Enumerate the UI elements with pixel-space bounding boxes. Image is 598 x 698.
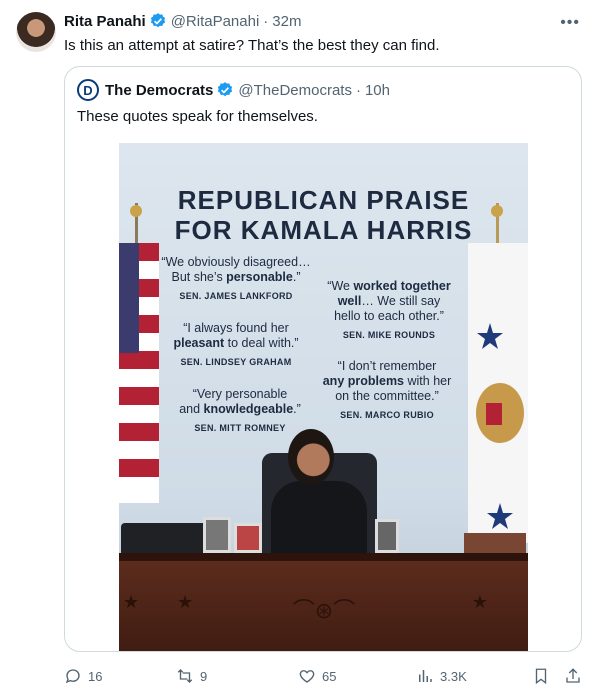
- tweet-text: Is this an attempt at satire? That’s the…: [64, 37, 440, 54]
- star-icon: ★: [123, 592, 140, 612]
- star-icon: ★: [471, 592, 488, 612]
- quoted-image[interactable]: REPUBLICAN PRAISE FOR KAMALA HARRIS “We …: [119, 143, 528, 651]
- quote-text: hello to each other.”: [334, 309, 444, 323]
- vice-president-flag-icon: [468, 203, 528, 543]
- image-headline: REPUBLICAN PRAISE FOR KAMALA HARRIS: [119, 185, 528, 245]
- quote-text: “I always found her: [183, 321, 289, 335]
- eagle-carving-icon: ⌒⊛⌒: [292, 598, 356, 623]
- more-options-icon[interactable]: •••: [560, 14, 580, 32]
- reply-count: 16: [88, 668, 103, 684]
- quote-emphasis: personable: [226, 270, 293, 284]
- views-count: 3.3K: [440, 668, 467, 684]
- tweet-time[interactable]: 32m: [272, 13, 301, 30]
- verified-badge-icon: [150, 13, 165, 28]
- reply-icon: [65, 669, 80, 684]
- retweet-count: 9: [200, 668, 208, 684]
- bookmark-button[interactable]: [532, 667, 556, 685]
- author-avatar[interactable]: [16, 12, 56, 52]
- photo-frame: [234, 523, 262, 553]
- author-handle[interactable]: @RitaPanahi: [171, 13, 260, 30]
- heart-icon: [299, 670, 315, 683]
- separator: ·: [263, 12, 269, 30]
- like-button[interactable]: 65: [298, 667, 336, 685]
- quote-emphasis: any problems: [322, 374, 405, 388]
- desk-box: [464, 533, 526, 555]
- desk-phone: [121, 523, 207, 557]
- person-head: [288, 429, 334, 485]
- quoted-author-name[interactable]: The Democrats: [105, 82, 213, 99]
- share-button[interactable]: [564, 667, 588, 685]
- like-count: 65: [322, 668, 337, 684]
- reply-button[interactable]: 16: [64, 667, 102, 685]
- quoted-handle[interactable]: @TheDemocrats: [238, 82, 352, 99]
- quote-text: “We: [327, 279, 354, 293]
- quote-rubio: “I don’t remember any problems with her …: [311, 359, 463, 423]
- star-icon: ★: [177, 592, 194, 612]
- retweet-icon: [177, 669, 193, 683]
- quoted-header: D The Democrats @TheDemocrats · 10h: [77, 79, 390, 101]
- quote-speaker: SEN. MITT ROMNEY: [194, 423, 286, 433]
- quote-rounds: “We worked together well… We still say h…: [315, 279, 463, 343]
- person-body: [271, 481, 367, 561]
- quote-lankford: “We obviously disagreed… But she’s perso…: [157, 255, 315, 304]
- quote-emphasis: pleasant: [173, 336, 225, 350]
- quote-emphasis: worked together: [353, 279, 451, 293]
- quoted-tweet[interactable]: D The Democrats @TheDemocrats · 10h Thes…: [64, 66, 582, 652]
- tweet-actions: 16 9 65 3.3K: [64, 666, 584, 686]
- photo-frame: [203, 517, 231, 553]
- quote-text: to deal with.”: [224, 336, 299, 350]
- headline-line1: REPUBLICAN PRAISE: [177, 185, 470, 215]
- quote-speaker: SEN. MIKE ROUNDS: [342, 330, 436, 340]
- democrats-logo-icon: D: [77, 79, 99, 101]
- quoted-time[interactable]: 10h: [365, 82, 390, 99]
- quote-text: .”: [292, 270, 301, 284]
- headline-line2: FOR KAMALA HARRIS: [174, 215, 473, 245]
- quote-text: on the committee.”: [335, 389, 439, 403]
- quote-text: But she’s: [171, 270, 227, 284]
- quote-speaker: SEN. MARCO RUBIO: [340, 410, 434, 420]
- quoted-text: These quotes speak for themselves.: [77, 108, 318, 125]
- quote-emphasis: knowledgeable: [203, 402, 294, 416]
- views-button[interactable]: 3.3K: [416, 667, 467, 685]
- quote-text: with her: [404, 374, 452, 388]
- photo-frame: [375, 519, 399, 553]
- separator: ·: [355, 81, 361, 99]
- quote-speaker: SEN. JAMES LANKFORD: [179, 291, 293, 301]
- us-flag-icon: [119, 203, 159, 503]
- tweet-header: Rita Panahi @RitaPanahi · 32m: [64, 12, 301, 30]
- verified-badge-icon: [218, 82, 233, 97]
- quote-text: “I don’t remember: [337, 359, 437, 373]
- views-chart-icon: [419, 670, 432, 682]
- desk: ★ ★ ★ ⌒⊛⌒: [119, 561, 528, 651]
- quote-text: .”: [293, 402, 301, 416]
- quote-text: “Very personable: [192, 387, 288, 401]
- bookmark-icon: [535, 668, 547, 685]
- quote-speaker: SEN. LINDSEY GRAHAM: [180, 357, 292, 367]
- quote-text: “We obviously disagreed…: [161, 255, 311, 269]
- author-name[interactable]: Rita Panahi: [64, 13, 146, 30]
- desk-top: [119, 553, 528, 561]
- quote-text: and: [179, 402, 204, 416]
- quote-emphasis: well: [337, 294, 362, 308]
- share-icon: [566, 668, 580, 683]
- quote-text: … We still say: [361, 294, 441, 308]
- retweet-button[interactable]: 9: [176, 667, 207, 685]
- quote-graham: “I always found her pleasant to deal wit…: [161, 321, 311, 370]
- quote-romney: “Very personable and knowledgeable.” SEN…: [167, 387, 313, 436]
